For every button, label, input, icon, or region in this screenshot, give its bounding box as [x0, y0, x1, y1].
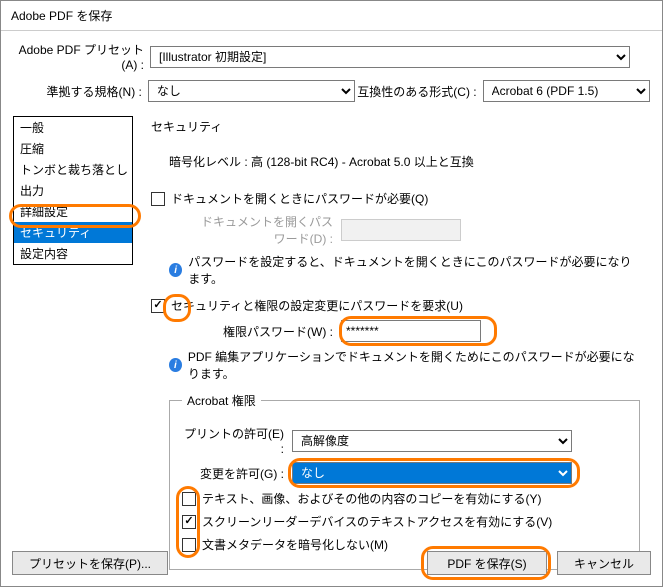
open-password-input: [341, 219, 461, 241]
permissions-legend: Acrobat 権限: [182, 392, 261, 409]
screenreader-checkbox[interactable]: [182, 515, 196, 529]
window-titlebar: Adobe PDF を保存: [1, 1, 662, 31]
save-preset-button[interactable]: プリセットを保存(P)...: [12, 551, 168, 575]
sidebar-item-advanced[interactable]: 詳細設定: [14, 201, 132, 222]
acrobat-permissions-group: Acrobat 権限 プリントの許可(E) : 高解像度 変更を許可(G) : …: [169, 392, 640, 570]
panel-title: セキュリティ: [151, 118, 640, 135]
change-allow-select[interactable]: なし: [292, 462, 572, 484]
sidebar-item-summary[interactable]: 設定内容: [14, 243, 132, 264]
save-pdf-button[interactable]: PDF を保存(S): [427, 551, 547, 575]
compat-label: 互換性のある形式(C) :: [355, 83, 483, 100]
sidebar-item-output[interactable]: 出力: [14, 180, 132, 201]
permission-password-field-label: 権限パスワード(W) :: [191, 323, 341, 340]
encryption-level: 暗号化レベル : 高 (128-bit RC4) - Acrobat 5.0 以…: [169, 153, 640, 170]
change-allow-label: 変更を許可(G) :: [182, 465, 292, 482]
metadata-checkbox[interactable]: [182, 538, 196, 552]
copy-checkbox[interactable]: [182, 492, 196, 506]
norm-label: 準拠する規格(N) :: [13, 83, 148, 100]
sidebar-item-compression[interactable]: 圧縮: [14, 138, 132, 159]
print-allow-label: プリントの許可(E) :: [182, 425, 292, 456]
category-sidebar: 一般 圧縮 トンボと裁ち落とし 出力 詳細設定 セキュリティ 設定内容: [13, 116, 133, 265]
open-password-checkbox[interactable]: [151, 192, 165, 206]
permission-password-info: PDF 編集アプリケーションでドキュメントを開くためにこのパスワードが必要になり…: [188, 348, 640, 382]
sidebar-item-general[interactable]: 一般: [14, 117, 132, 138]
window-title: Adobe PDF を保存: [11, 7, 112, 24]
preset-label: Adobe PDF プリセット(A) :: [13, 41, 150, 72]
norm-select[interactable]: なし: [148, 80, 355, 102]
permission-password-input[interactable]: [341, 320, 481, 342]
compat-select[interactable]: Acrobat 6 (PDF 1.5): [483, 80, 650, 102]
screenreader-label: スクリーンリーダーデバイスのテキストアクセスを有効にする(V): [202, 513, 552, 530]
cancel-button[interactable]: キャンセル: [557, 551, 651, 575]
copy-label: テキスト、画像、およびその他の内容のコピーを有効にする(Y): [202, 490, 542, 507]
info-icon: i: [169, 263, 182, 277]
print-allow-select[interactable]: 高解像度: [292, 430, 572, 452]
open-password-label: ドキュメントを開くときにパスワードが必要(Q): [171, 190, 428, 207]
preset-select[interactable]: [Illustrator 初期設定]: [150, 46, 630, 68]
permission-password-checkbox[interactable]: [151, 299, 165, 313]
info-icon: i: [169, 358, 182, 372]
open-password-info: パスワードを設定すると、ドキュメントを開くときにこのパスワードが必要になります。: [188, 253, 640, 287]
open-password-field-label: ドキュメントを開くパスワード(D) :: [191, 213, 341, 247]
sidebar-item-security[interactable]: セキュリティ: [14, 222, 132, 243]
permission-password-label: セキュリティと権限の設定変更にパスワードを要求(U): [171, 297, 463, 314]
sidebar-item-marks[interactable]: トンボと裁ち落とし: [14, 159, 132, 180]
